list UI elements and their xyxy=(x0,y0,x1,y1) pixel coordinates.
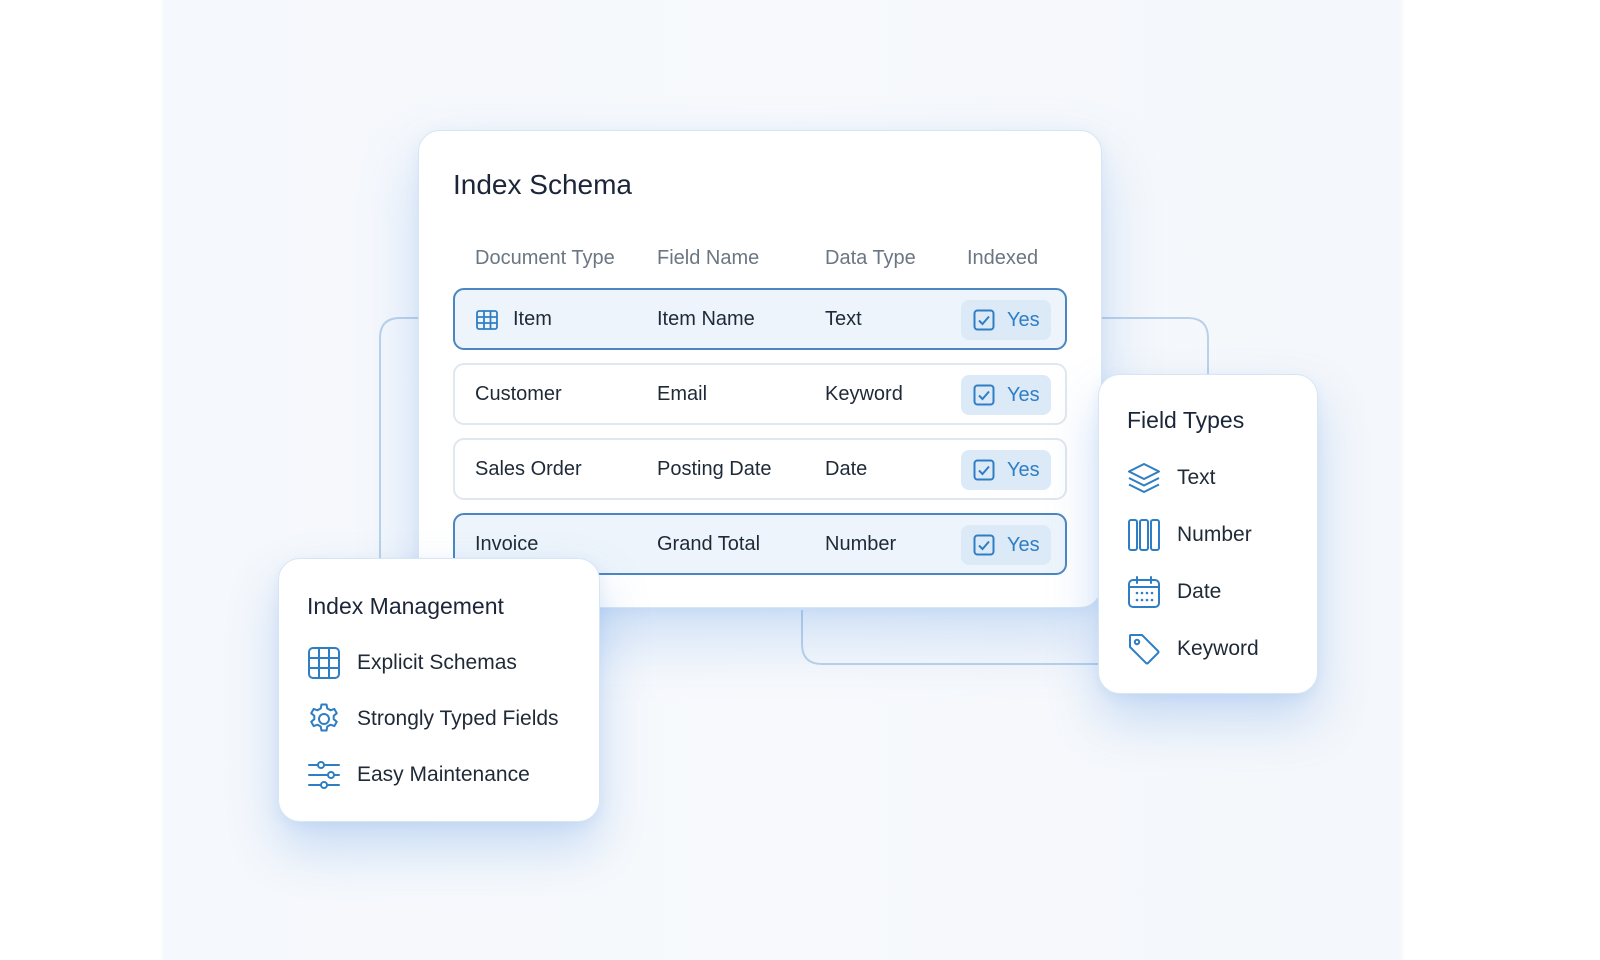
field-type-label: Keyword xyxy=(1177,637,1259,660)
table-icon xyxy=(476,310,498,330)
indexed-badge[interactable]: Yes xyxy=(961,300,1051,340)
column-header-data-type: Data Type xyxy=(825,247,916,269)
table-row-item[interactable]: Item Item Name Text Yes xyxy=(453,288,1067,350)
management-item-label: Easy Maintenance xyxy=(357,763,530,786)
field-type-label: Number xyxy=(1177,523,1252,546)
layers-icon xyxy=(1128,463,1160,493)
index-schema-title: Index Schema xyxy=(453,169,632,200)
cell-data-type: Keyword xyxy=(825,383,903,405)
management-item-label: Strongly Typed Fields xyxy=(357,707,559,730)
cell-document-type: Customer xyxy=(475,383,562,405)
cell-document-type: Sales Order xyxy=(475,458,582,480)
column-header-indexed: Indexed xyxy=(967,247,1039,269)
cell-field-name: Grand Total xyxy=(657,533,761,555)
checkbox-checked-icon xyxy=(973,384,995,406)
indexed-badge[interactable]: Yes xyxy=(961,450,1051,490)
indexed-badge[interactable]: Yes xyxy=(961,375,1051,415)
cell-field-name: Email xyxy=(657,383,708,405)
column-header-field-name: Field Name xyxy=(657,247,760,269)
management-item-label: Explicit Schemas xyxy=(357,651,517,674)
field-type-label: Date xyxy=(1177,580,1222,603)
checkbox-checked-icon xyxy=(973,309,995,331)
index-management-card: Index Management Explicit Schemas Strong… xyxy=(278,558,600,822)
checkbox-checked-icon xyxy=(973,459,995,481)
cell-document-type: Item xyxy=(513,308,552,330)
tag-icon xyxy=(1129,634,1160,665)
index-management-title: Index Management xyxy=(307,593,504,619)
cell-data-type: Text xyxy=(825,308,862,330)
cell-field-name: Item Name xyxy=(657,308,755,330)
checkbox-checked-icon xyxy=(973,534,995,556)
index-schema-card: Index Schema Document Type Field Name Da… xyxy=(418,130,1102,608)
field-types-card: Field Types Text Number Date Keyword xyxy=(1098,374,1318,694)
indexed-value: Yes xyxy=(1007,309,1040,331)
indexed-value: Yes xyxy=(1007,384,1040,406)
table-row-sales-order[interactable]: Sales Order Posting Date Date Yes xyxy=(453,438,1067,500)
cell-data-type: Date xyxy=(825,458,868,480)
indexed-value: Yes xyxy=(1007,534,1040,556)
gear-icon xyxy=(310,703,338,732)
calendar-icon xyxy=(1128,576,1160,608)
field-types-title: Field Types xyxy=(1127,407,1245,433)
column-header-document-type: Document Type xyxy=(475,247,615,269)
table-icon xyxy=(308,647,340,679)
sliders-icon xyxy=(308,761,340,789)
cell-data-type: Number xyxy=(825,533,897,555)
table-row-customer[interactable]: Customer Email Keyword Yes xyxy=(453,363,1067,425)
field-type-label: Text xyxy=(1177,466,1216,489)
cell-field-name: Posting Date xyxy=(657,458,772,480)
indexed-value: Yes xyxy=(1007,459,1040,481)
indexed-badge[interactable]: Yes xyxy=(961,525,1051,565)
columns-icon xyxy=(1128,519,1160,551)
